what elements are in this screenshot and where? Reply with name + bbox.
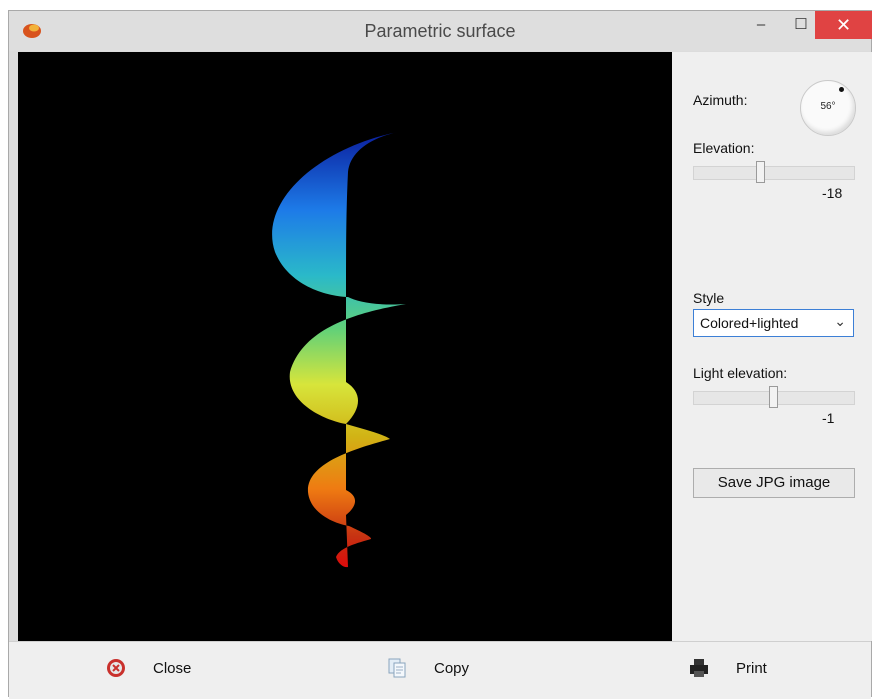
style-selected-value: Colored+lighted [700, 315, 799, 331]
azimuth-label: Azimuth: [693, 92, 748, 108]
helix-surface [272, 132, 406, 568]
window-close-button[interactable]: ✕ [815, 11, 872, 39]
close-circle-icon [107, 659, 125, 677]
elevation-slider-thumb[interactable] [756, 161, 765, 183]
light-elevation-label: Light elevation: [693, 365, 788, 381]
close-label: Close [153, 660, 192, 677]
style-select[interactable]: Colored+lighted ⌄ [693, 309, 854, 337]
light-elevation-value: -1 [822, 410, 835, 426]
azimuth-dial[interactable]: 56° [800, 80, 856, 136]
dial-indicator [839, 87, 844, 92]
settings-panel: Azimuth: 56° Elevation: -18 Style Colore… [672, 52, 872, 641]
elevation-label: Elevation: [693, 140, 755, 156]
parametric-surface-render [272, 132, 406, 568]
light-elevation-slider[interactable] [693, 386, 855, 408]
main-window: Parametric surface – ☐ ✕ Azimuth: 56° El… [8, 10, 872, 699]
save-jpg-button[interactable]: Save JPG image [693, 468, 855, 498]
chevron-down-icon: ⌄ [834, 313, 846, 329]
copy-label: Copy [434, 660, 470, 677]
footer-toolbar: Close Copy Print [9, 641, 871, 699]
azimuth-value: 56° [820, 101, 836, 112]
title-bar: Parametric surface – ☐ ✕ [9, 11, 872, 51]
light-elevation-slider-thumb[interactable] [769, 386, 778, 408]
elevation-value: -18 [822, 185, 843, 201]
style-label: Style [693, 290, 725, 306]
elevation-slider[interactable] [693, 161, 855, 183]
printer-icon [690, 659, 708, 677]
print-label: Print [736, 660, 767, 677]
copy-icon [388, 658, 406, 678]
surface-viewport[interactable] [18, 52, 672, 641]
minimize-button[interactable]: – [741, 11, 781, 39]
